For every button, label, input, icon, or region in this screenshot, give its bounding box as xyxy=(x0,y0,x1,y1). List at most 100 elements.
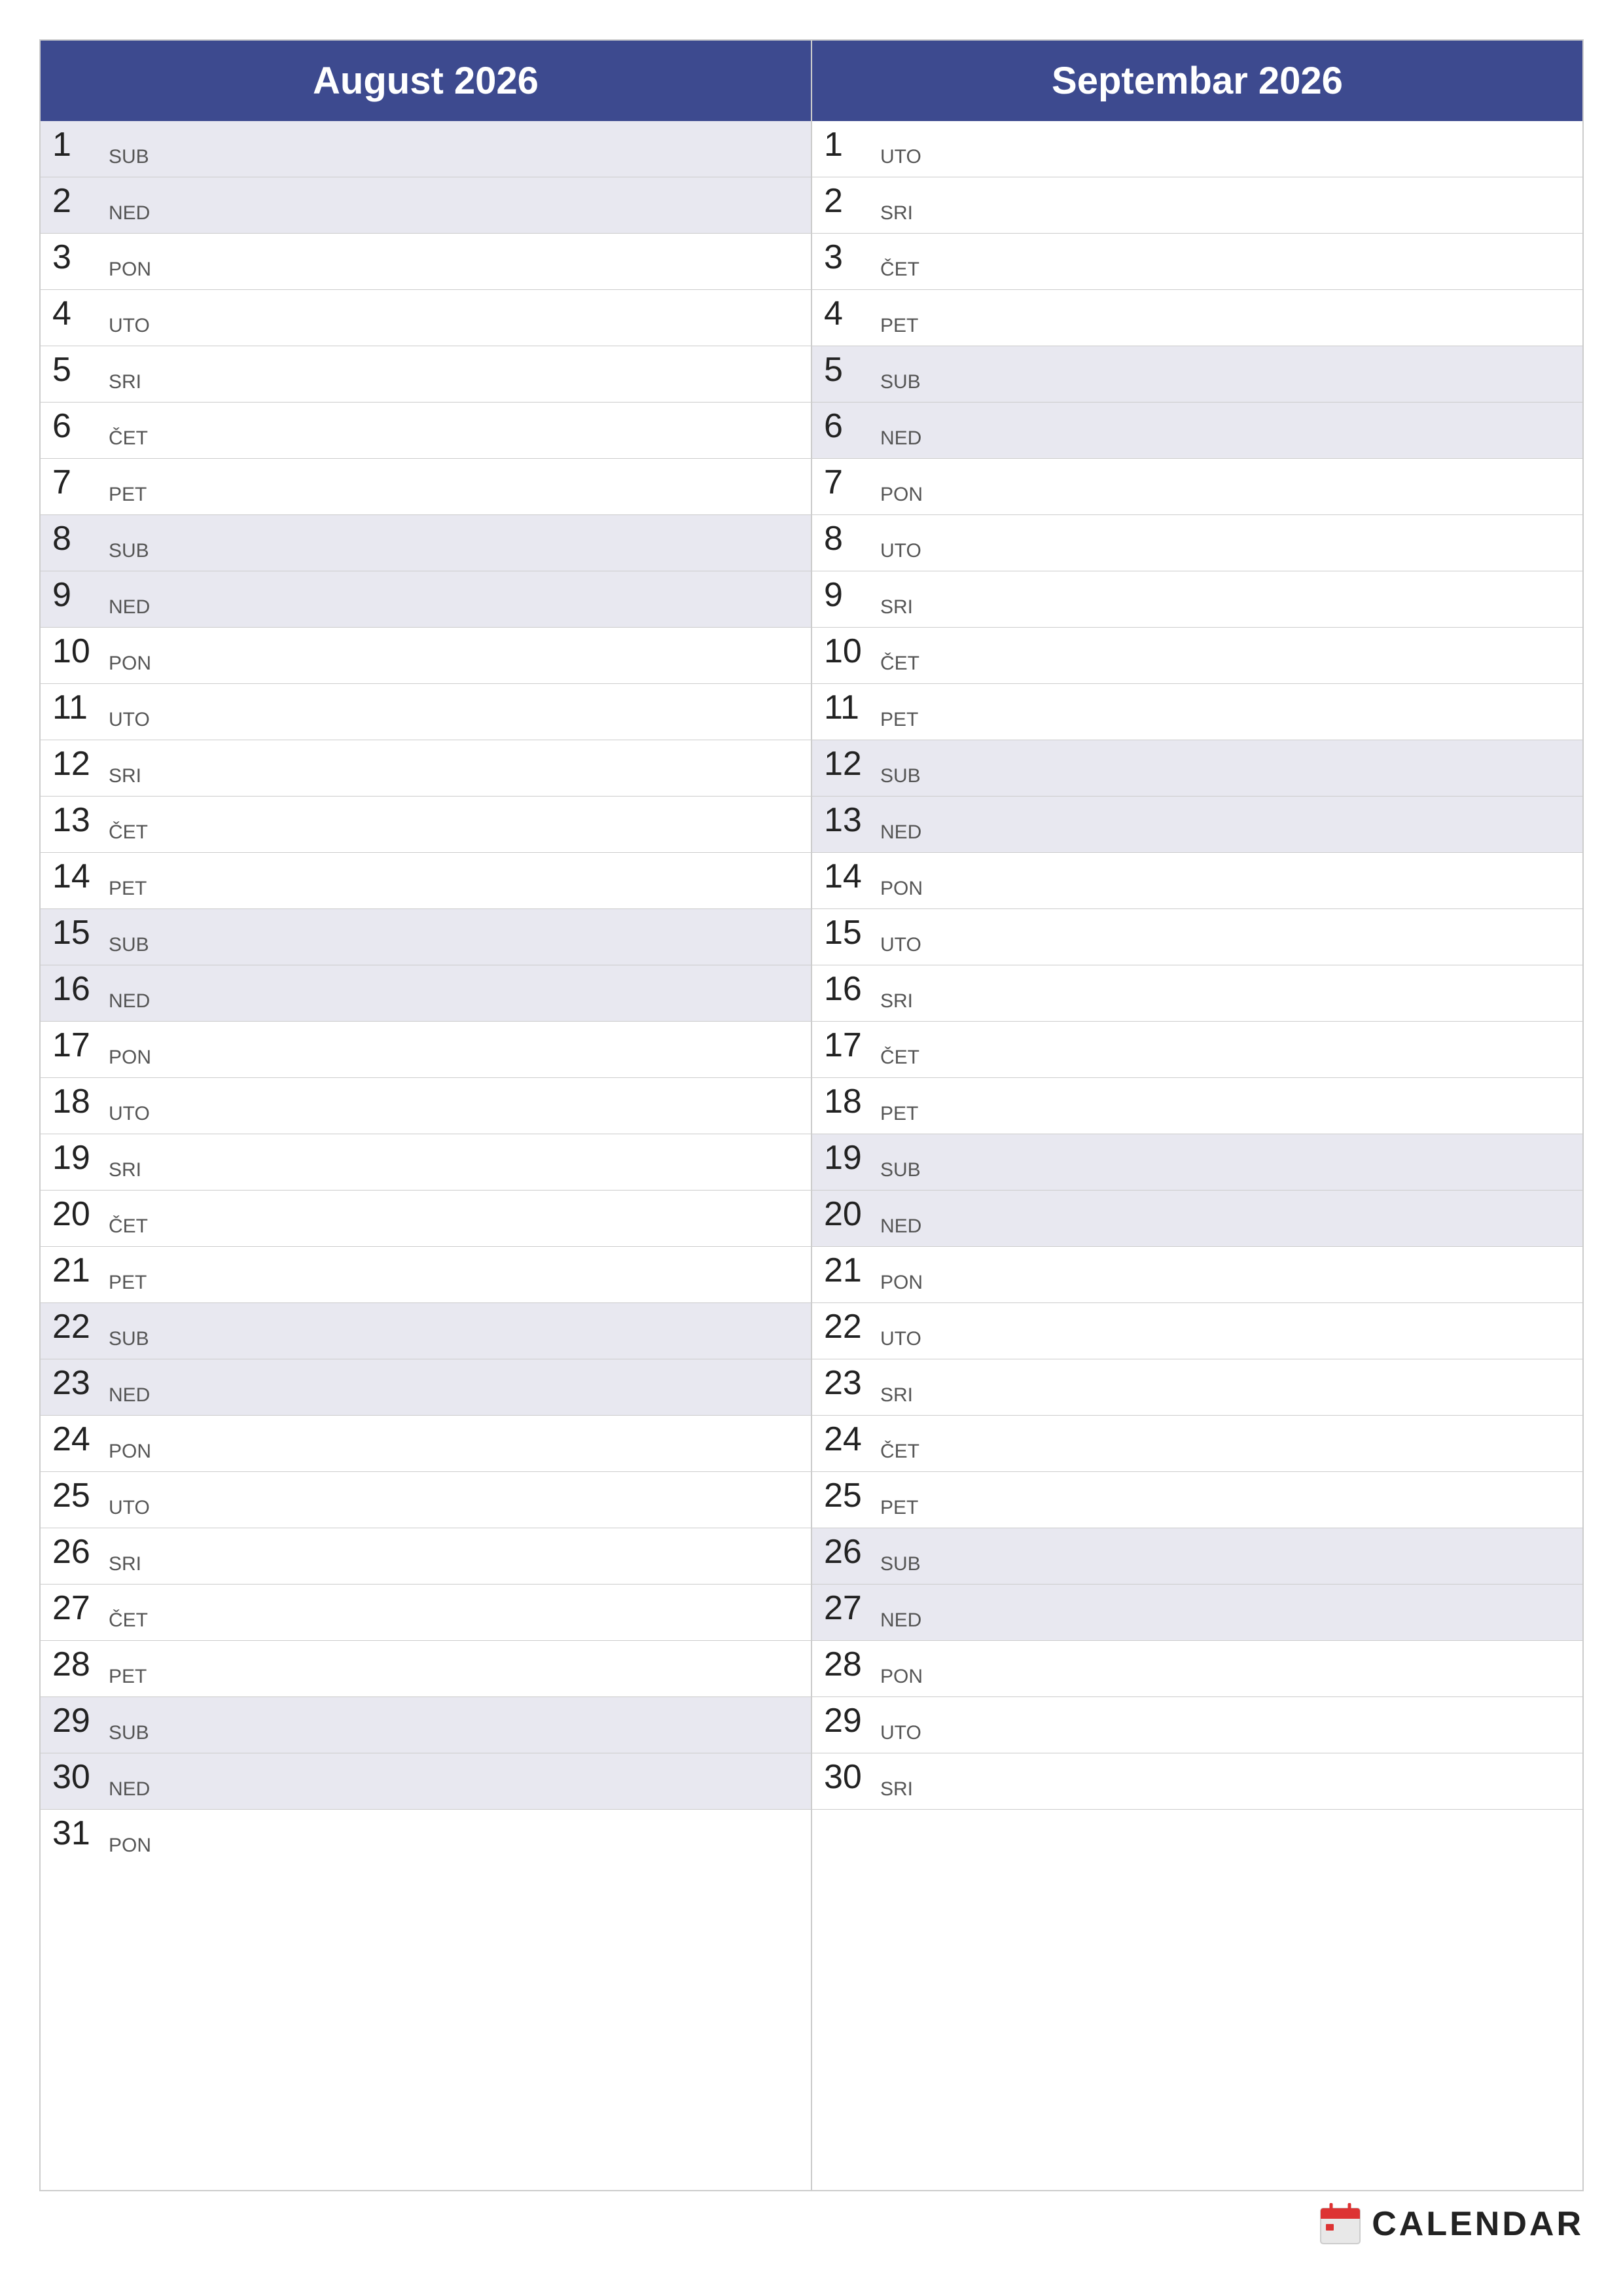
aug-day-row-30: 30 NED xyxy=(41,1753,811,1810)
page: August 2026 Septembar 2026 1 SUB 2 NED 3… xyxy=(0,0,1623,2296)
days-container: 1 SUB 2 NED 3 PON 4 UTO 5 SRI 6 ČET 7 PE… xyxy=(41,121,1582,2190)
day-name: PET xyxy=(880,1103,918,1125)
sep-day-row-1: 1 UTO xyxy=(812,121,1582,177)
day-number: 16 xyxy=(52,972,105,1006)
day-name: SUB xyxy=(880,765,921,787)
day-name: NED xyxy=(109,596,150,619)
day-name: SUB xyxy=(109,146,149,168)
day-number: 7 xyxy=(824,465,876,499)
day-name: NED xyxy=(880,1215,921,1238)
day-number: 12 xyxy=(824,747,876,781)
day-name: UTO xyxy=(880,934,921,956)
day-number: 25 xyxy=(52,1479,105,1513)
day-number: 7 xyxy=(52,465,105,499)
day-name: SRI xyxy=(880,1384,913,1407)
day-number: 28 xyxy=(824,1647,876,1681)
day-name: SRI xyxy=(880,202,913,224)
day-number: 18 xyxy=(824,1085,876,1119)
header-row: August 2026 Septembar 2026 xyxy=(41,41,1582,121)
day-name: SUB xyxy=(109,1722,149,1744)
aug-day-row-15: 15 SUB xyxy=(41,909,811,965)
day-number: 10 xyxy=(52,634,105,668)
day-number: 23 xyxy=(52,1366,105,1400)
month-header-september: Septembar 2026 xyxy=(812,41,1582,121)
aug-day-row-8: 8 SUB xyxy=(41,515,811,571)
day-number: 18 xyxy=(52,1085,105,1119)
sep-day-row-25: 25 PET xyxy=(812,1472,1582,1528)
day-name: ČET xyxy=(109,1215,148,1238)
day-name: ČET xyxy=(109,821,148,844)
day-number: 13 xyxy=(52,803,105,837)
day-name: NED xyxy=(109,1778,150,1801)
day-number: 9 xyxy=(52,578,105,612)
sep-day-row-26: 26 SUB xyxy=(812,1528,1582,1585)
day-number: 28 xyxy=(52,1647,105,1681)
day-number: 3 xyxy=(52,240,105,274)
day-name: PON xyxy=(880,878,923,900)
month-header-august: August 2026 xyxy=(41,41,812,121)
logo: CALENDAR xyxy=(1319,2203,1584,2245)
day-name: UTO xyxy=(109,709,150,731)
day-number: 15 xyxy=(52,916,105,950)
aug-day-row-28: 28 PET xyxy=(41,1641,811,1697)
day-number: 14 xyxy=(824,859,876,893)
day-name: PET xyxy=(880,709,918,731)
day-name: PET xyxy=(109,1666,147,1688)
day-number: 12 xyxy=(52,747,105,781)
sep-day-row-18: 18 PET xyxy=(812,1078,1582,1134)
day-name: PET xyxy=(880,315,918,337)
sep-day-row-22: 22 UTO xyxy=(812,1303,1582,1359)
day-number: 22 xyxy=(52,1310,105,1344)
aug-day-row-31: 31 PON xyxy=(41,1810,811,1866)
day-name: SUB xyxy=(109,934,149,956)
sep-day-row-11: 11 PET xyxy=(812,684,1582,740)
sep-day-row-4: 4 PET xyxy=(812,290,1582,346)
day-name: SRI xyxy=(880,596,913,619)
aug-day-row-22: 22 SUB xyxy=(41,1303,811,1359)
day-name: PON xyxy=(109,653,151,675)
august-column: 1 SUB 2 NED 3 PON 4 UTO 5 SRI 6 ČET 7 PE… xyxy=(41,121,812,2190)
sep-empty-row-30 xyxy=(812,1810,1582,1866)
day-name: UTO xyxy=(880,1328,921,1350)
sep-day-row-8: 8 UTO xyxy=(812,515,1582,571)
day-name: SUB xyxy=(109,540,149,562)
aug-day-row-12: 12 SRI xyxy=(41,740,811,797)
aug-day-row-6: 6 ČET xyxy=(41,403,811,459)
sep-day-row-13: 13 NED xyxy=(812,797,1582,853)
sep-day-row-30: 30 SRI xyxy=(812,1753,1582,1810)
aug-day-row-21: 21 PET xyxy=(41,1247,811,1303)
day-name: NED xyxy=(109,1384,150,1407)
day-number: 29 xyxy=(52,1704,105,1738)
aug-day-row-29: 29 SUB xyxy=(41,1697,811,1753)
day-number: 29 xyxy=(824,1704,876,1738)
day-number: 26 xyxy=(824,1535,876,1569)
day-number: 20 xyxy=(52,1197,105,1231)
aug-day-row-16: 16 NED xyxy=(41,965,811,1022)
day-name: NED xyxy=(880,821,921,844)
day-name: PON xyxy=(109,1835,151,1857)
day-name: NED xyxy=(109,202,150,224)
aug-day-row-9: 9 NED xyxy=(41,571,811,628)
day-name: SRI xyxy=(109,371,141,393)
aug-day-row-17: 17 PON xyxy=(41,1022,811,1078)
sep-day-row-16: 16 SRI xyxy=(812,965,1582,1022)
aug-day-row-19: 19 SRI xyxy=(41,1134,811,1191)
day-number: 2 xyxy=(52,184,105,218)
aug-day-row-18: 18 UTO xyxy=(41,1078,811,1134)
day-number: 24 xyxy=(52,1422,105,1456)
aug-day-row-5: 5 SRI xyxy=(41,346,811,403)
day-name: NED xyxy=(880,1609,921,1632)
day-number: 5 xyxy=(824,353,876,387)
day-name: ČET xyxy=(109,1609,148,1632)
day-name: PON xyxy=(880,1666,923,1688)
logo-text: CALENDAR xyxy=(1372,2204,1584,2244)
aug-day-row-4: 4 UTO xyxy=(41,290,811,346)
aug-day-row-24: 24 PON xyxy=(41,1416,811,1472)
aug-day-row-7: 7 PET xyxy=(41,459,811,515)
day-number: 11 xyxy=(52,691,105,725)
aug-day-row-1: 1 SUB xyxy=(41,121,811,177)
day-name: UTO xyxy=(880,540,921,562)
sep-day-row-7: 7 PON xyxy=(812,459,1582,515)
day-number: 30 xyxy=(824,1760,876,1794)
day-number: 6 xyxy=(52,409,105,443)
